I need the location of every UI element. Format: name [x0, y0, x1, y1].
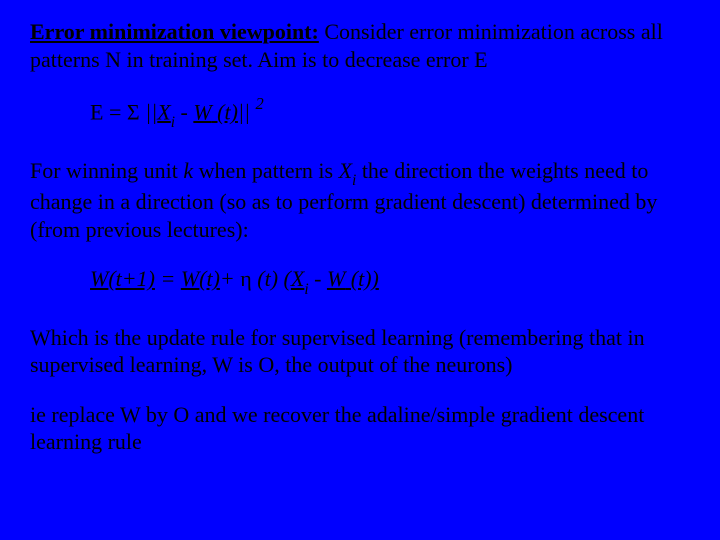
f2-X: X [291, 266, 304, 291]
p2-a: For winning unit [30, 158, 183, 183]
para-winning-unit: For winning unit k when pattern is Xi th… [30, 157, 690, 244]
formula-update-rule: W(t+1) = W(t)+ η (t) (Xi - W (t)) [90, 265, 690, 297]
p2-k: k [183, 158, 193, 183]
f2-eq: = [155, 266, 181, 291]
f2-t3: (t) ( [252, 266, 291, 291]
intro-paragraph: Error minimization viewpoint: Consider e… [30, 18, 690, 73]
f1-sigma: Σ [127, 99, 140, 124]
f2-W2: W [181, 266, 199, 291]
f1-W: W [193, 99, 211, 124]
f2-t2: (t) [199, 266, 220, 291]
f2-t4: (t)) [345, 266, 379, 291]
f2-t1: (t+1) [108, 266, 155, 291]
f1-bar2: || [238, 99, 256, 124]
f1-minus: - [175, 99, 193, 124]
f1-i: i [171, 114, 175, 131]
f1-X: X [157, 99, 170, 124]
f2-eta: η [240, 266, 252, 291]
para-update-rule-explain: Which is the update rule for supervised … [30, 324, 690, 379]
p2-i: i [352, 172, 356, 189]
f1-lhs: E = [90, 99, 127, 124]
f1-exp: 2 [256, 94, 264, 113]
f2-W3: W [327, 266, 345, 291]
p2-b: when pattern is [193, 158, 338, 183]
f2-minus: - [309, 266, 327, 291]
formula-error: E = Σ ||Xi - W (t)|| 2 [90, 95, 690, 131]
heading-text: Error minimization viewpoint: [30, 19, 319, 44]
f1-t: (t) [212, 99, 238, 124]
f2-W1: W [90, 266, 108, 291]
p2-X: X [339, 158, 352, 183]
para-replace-note: ie replace W by O and we recover the ada… [30, 401, 690, 456]
f2-i: i [304, 281, 308, 298]
f2-plus: + [220, 266, 240, 291]
f1-bar1: || [140, 99, 158, 124]
